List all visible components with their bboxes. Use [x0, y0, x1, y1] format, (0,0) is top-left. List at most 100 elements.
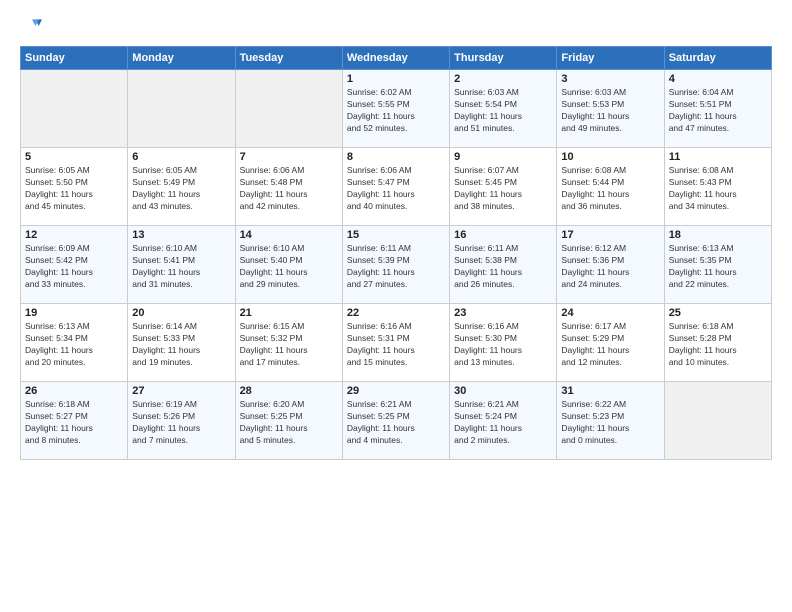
- day-detail: Sunrise: 6:08 AM Sunset: 5:44 PM Dayligh…: [561, 165, 659, 213]
- calendar-cell: 19Sunrise: 6:13 AM Sunset: 5:34 PM Dayli…: [21, 304, 128, 382]
- calendar-cell: 3 Sunrise: 6:03 AM Sunset: 5:53 PM Daylig…: [557, 70, 664, 148]
- day-number: 26: [25, 385, 123, 397]
- day-number: 14: [240, 229, 338, 241]
- calendar-cell: 2 Sunrise: 6:03 AM Sunset: 5:54 PM Daylig…: [450, 70, 557, 148]
- day-detail: Sunrise: 6:05 AM Sunset: 5:49 PM Dayligh…: [132, 165, 230, 213]
- day-number: 1: [347, 73, 445, 85]
- day-detail: Sunrise: 6:06 AM Sunset: 5:47 PM Dayligh…: [347, 165, 445, 213]
- day-detail: Sunrise: 6:06 AM Sunset: 5:48 PM Dayligh…: [240, 165, 338, 213]
- day-number: 3: [561, 73, 659, 85]
- day-detail: Sunrise: 6:05 AM Sunset: 5:50 PM Dayligh…: [25, 165, 123, 213]
- calendar-week-row: 12Sunrise: 6:09 AM Sunset: 5:42 PM Dayli…: [21, 226, 772, 304]
- calendar-week-row: 26 Sunrise: 6:18 AM Sunset: 5:27 PM Dayli…: [21, 382, 772, 460]
- day-detail: Sunrise: 6:04 AM Sunset: 5:51 PM Dayligh…: [669, 87, 767, 135]
- calendar-cell: 8 Sunrise: 6:06 AM Sunset: 5:47 PM Daylig…: [342, 148, 449, 226]
- logo-icon: [22, 16, 42, 36]
- calendar-cell: 29 Sunrise: 6:21 AM Sunset: 5:25 PM Dayli…: [342, 382, 449, 460]
- weekday-header: Monday: [128, 47, 235, 70]
- day-detail: Sunrise: 6:03 AM Sunset: 5:54 PM Dayligh…: [454, 87, 552, 135]
- day-number: 28: [240, 385, 338, 397]
- day-detail: Sunrise: 6:16 AM Sunset: 5:30 PM Dayligh…: [454, 321, 552, 369]
- day-number: 19: [25, 307, 123, 319]
- day-detail: Sunrise: 6:17 AM Sunset: 5:29 PM Dayligh…: [561, 321, 659, 369]
- calendar-cell: 9 Sunrise: 6:07 AM Sunset: 5:45 PM Daylig…: [450, 148, 557, 226]
- day-detail: Sunrise: 6:18 AM Sunset: 5:27 PM Dayligh…: [25, 399, 123, 447]
- day-number: 5: [25, 151, 123, 163]
- calendar-cell: [21, 70, 128, 148]
- calendar-cell: 28Sunrise: 6:20 AM Sunset: 5:25 PM Dayli…: [235, 382, 342, 460]
- calendar-header: SundayMondayTuesdayWednesdayThursdayFrid…: [21, 47, 772, 70]
- day-number: 30: [454, 385, 552, 397]
- calendar-body: 1 Sunrise: 6:02 AM Sunset: 5:55 PM Daylig…: [21, 70, 772, 460]
- calendar-cell: 1 Sunrise: 6:02 AM Sunset: 5:55 PM Daylig…: [342, 70, 449, 148]
- day-number: 22: [347, 307, 445, 319]
- page-header: [20, 16, 772, 36]
- weekday-header: Tuesday: [235, 47, 342, 70]
- day-number: 18: [669, 229, 767, 241]
- calendar-cell: 6 Sunrise: 6:05 AM Sunset: 5:49 PM Daylig…: [128, 148, 235, 226]
- day-number: 31: [561, 385, 659, 397]
- calendar-cell: 5 Sunrise: 6:05 AM Sunset: 5:50 PM Daylig…: [21, 148, 128, 226]
- day-number: 17: [561, 229, 659, 241]
- calendar-cell: 13 Sunrise: 6:10 AM Sunset: 5:41 PM Dayli…: [128, 226, 235, 304]
- weekday-header: Friday: [557, 47, 664, 70]
- logo: [20, 16, 44, 36]
- day-detail: Sunrise: 6:02 AM Sunset: 5:55 PM Dayligh…: [347, 87, 445, 135]
- day-detail: Sunrise: 6:22 AM Sunset: 5:23 PM Dayligh…: [561, 399, 659, 447]
- weekday-header: Thursday: [450, 47, 557, 70]
- day-number: 6: [132, 151, 230, 163]
- calendar-cell: 21 Sunrise: 6:15 AM Sunset: 5:32 PM Dayli…: [235, 304, 342, 382]
- day-detail: Sunrise: 6:14 AM Sunset: 5:33 PM Dayligh…: [132, 321, 230, 369]
- calendar-cell: 18 Sunrise: 6:13 AM Sunset: 5:35 PM Dayli…: [664, 226, 771, 304]
- day-number: 24: [561, 307, 659, 319]
- weekday-header: Wednesday: [342, 47, 449, 70]
- day-number: 20: [132, 307, 230, 319]
- calendar-cell: [235, 70, 342, 148]
- day-detail: Sunrise: 6:07 AM Sunset: 5:45 PM Dayligh…: [454, 165, 552, 213]
- calendar-cell: 14 Sunrise: 6:10 AM Sunset: 5:40 PM Dayli…: [235, 226, 342, 304]
- day-number: 2: [454, 73, 552, 85]
- calendar-cell: 23 Sunrise: 6:16 AM Sunset: 5:30 PM Dayli…: [450, 304, 557, 382]
- day-number: 21: [240, 307, 338, 319]
- day-number: 4: [669, 73, 767, 85]
- day-detail: Sunrise: 6:10 AM Sunset: 5:41 PM Dayligh…: [132, 243, 230, 291]
- calendar-cell: 26 Sunrise: 6:18 AM Sunset: 5:27 PM Dayli…: [21, 382, 128, 460]
- day-number: 9: [454, 151, 552, 163]
- day-detail: Sunrise: 6:15 AM Sunset: 5:32 PM Dayligh…: [240, 321, 338, 369]
- weekday-header: Sunday: [21, 47, 128, 70]
- calendar-week-row: 5 Sunrise: 6:05 AM Sunset: 5:50 PM Daylig…: [21, 148, 772, 226]
- day-detail: Sunrise: 6:18 AM Sunset: 5:28 PM Dayligh…: [669, 321, 767, 369]
- calendar-cell: 11 Sunrise: 6:08 AM Sunset: 5:43 PM Dayli…: [664, 148, 771, 226]
- day-detail: Sunrise: 6:03 AM Sunset: 5:53 PM Dayligh…: [561, 87, 659, 135]
- day-number: 25: [669, 307, 767, 319]
- day-detail: Sunrise: 6:12 AM Sunset: 5:36 PM Dayligh…: [561, 243, 659, 291]
- calendar-cell: [664, 382, 771, 460]
- calendar-cell: 15Sunrise: 6:11 AM Sunset: 5:39 PM Dayli…: [342, 226, 449, 304]
- calendar-cell: 20 Sunrise: 6:14 AM Sunset: 5:33 PM Dayli…: [128, 304, 235, 382]
- day-detail: Sunrise: 6:10 AM Sunset: 5:40 PM Dayligh…: [240, 243, 338, 291]
- calendar-week-row: 1 Sunrise: 6:02 AM Sunset: 5:55 PM Daylig…: [21, 70, 772, 148]
- calendar-cell: 24 Sunrise: 6:17 AM Sunset: 5:29 PM Dayli…: [557, 304, 664, 382]
- calendar-cell: 10Sunrise: 6:08 AM Sunset: 5:44 PM Dayli…: [557, 148, 664, 226]
- calendar-cell: 22 Sunrise: 6:16 AM Sunset: 5:31 PM Dayli…: [342, 304, 449, 382]
- calendar-cell: [128, 70, 235, 148]
- day-detail: Sunrise: 6:16 AM Sunset: 5:31 PM Dayligh…: [347, 321, 445, 369]
- day-number: 15: [347, 229, 445, 241]
- day-detail: Sunrise: 6:13 AM Sunset: 5:35 PM Dayligh…: [669, 243, 767, 291]
- day-number: 11: [669, 151, 767, 163]
- day-detail: Sunrise: 6:19 AM Sunset: 5:26 PM Dayligh…: [132, 399, 230, 447]
- calendar-cell: 4 Sunrise: 6:04 AM Sunset: 5:51 PM Daylig…: [664, 70, 771, 148]
- calendar-week-row: 19Sunrise: 6:13 AM Sunset: 5:34 PM Dayli…: [21, 304, 772, 382]
- calendar-page: SundayMondayTuesdayWednesdayThursdayFrid…: [0, 0, 792, 612]
- calendar-cell: 16Sunrise: 6:11 AM Sunset: 5:38 PM Dayli…: [450, 226, 557, 304]
- day-detail: Sunrise: 6:08 AM Sunset: 5:43 PM Dayligh…: [669, 165, 767, 213]
- day-number: 29: [347, 385, 445, 397]
- day-detail: Sunrise: 6:21 AM Sunset: 5:25 PM Dayligh…: [347, 399, 445, 447]
- calendar-table: SundayMondayTuesdayWednesdayThursdayFrid…: [20, 46, 772, 460]
- day-number: 12: [25, 229, 123, 241]
- day-number: 7: [240, 151, 338, 163]
- calendar-cell: 17 Sunrise: 6:12 AM Sunset: 5:36 PM Dayli…: [557, 226, 664, 304]
- day-number: 23: [454, 307, 552, 319]
- day-number: 13: [132, 229, 230, 241]
- day-number: 8: [347, 151, 445, 163]
